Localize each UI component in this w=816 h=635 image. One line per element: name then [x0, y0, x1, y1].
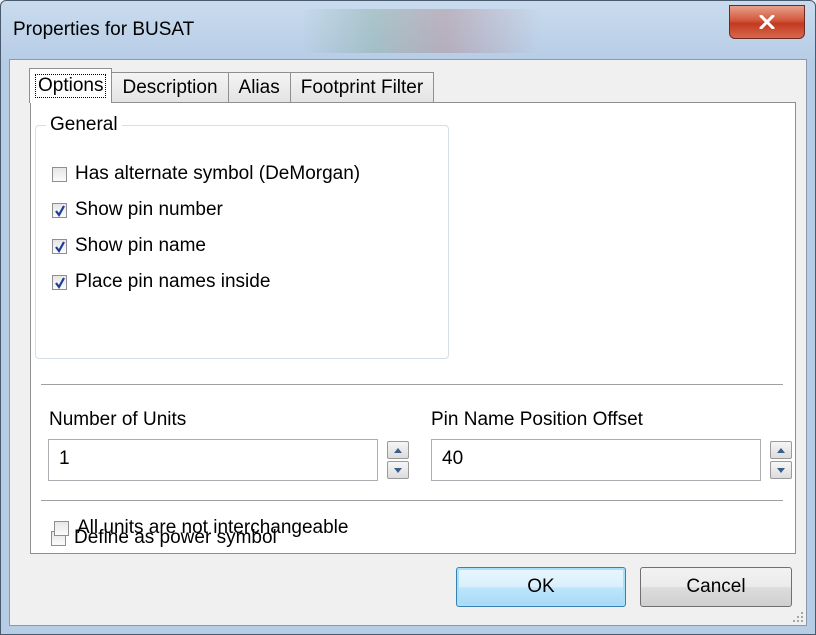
spin-down-button[interactable] [770, 461, 792, 479]
alternate-symbol-label: Has alternate symbol (DeMorgan) [75, 163, 361, 184]
show-pin-number-checkbox[interactable] [52, 202, 67, 218]
tab-description-label: Description [122, 77, 218, 98]
tab-alias-label: Alias [238, 77, 280, 98]
arrow-down-icon [777, 467, 785, 473]
spin-up-button[interactable] [387, 441, 409, 459]
show-pin-name-checkbox[interactable] [52, 238, 67, 254]
title-bar-background [301, 9, 541, 53]
pin-name-offset-label: Pin Name Position Offset [431, 409, 643, 430]
checkmark-icon [55, 240, 65, 253]
tab-options-label: Options [34, 74, 107, 98]
interchangeable-option[interactable]: All units are not interchangeable [54, 517, 348, 539]
arrow-up-icon [394, 447, 402, 453]
checkmark-icon [55, 204, 65, 217]
tab-alias[interactable]: Alias [227, 72, 291, 103]
window-title: Properties for BUSAT [13, 19, 195, 40]
spin-down-button[interactable] [387, 461, 409, 479]
general-group-label: General [46, 114, 122, 136]
show-pin-number-option[interactable]: Show pin number [52, 199, 223, 221]
alternate-symbol-option[interactable]: Has alternate symbol (DeMorgan) [52, 163, 360, 185]
arrow-up-icon [777, 447, 785, 453]
tab-description[interactable]: Description [111, 72, 229, 103]
tab-footprint-filter[interactable]: Footprint Filter [289, 72, 435, 103]
number-of-units-input[interactable]: 1 [48, 439, 378, 481]
close-icon [759, 15, 775, 29]
close-button[interactable] [729, 5, 805, 39]
tab-strip: Options Description Alias Footprint Filt… [29, 68, 435, 103]
title-bar[interactable]: Properties for BUSAT [1, 1, 815, 59]
checkmark-icon [55, 276, 65, 289]
show-pin-name-option[interactable]: Show pin name [52, 235, 206, 257]
show-pin-number-label: Show pin number [75, 199, 223, 220]
resize-grip-icon[interactable] [792, 611, 804, 623]
tab-footprint-filter-label: Footprint Filter [300, 77, 424, 98]
pin-name-offset-input[interactable]: 40 [431, 439, 761, 481]
properties-dialog: Properties for BUSAT Options Description… [0, 0, 816, 635]
ok-button[interactable]: OK [456, 567, 626, 607]
general-group: General Has alternate symbol (DeMorgan) … [35, 114, 449, 359]
show-pin-name-label: Show pin name [75, 235, 206, 256]
tab-options[interactable]: Options [29, 68, 113, 103]
spin-up-button[interactable] [770, 441, 792, 459]
options-panel: General Has alternate symbol (DeMorgan) … [30, 102, 796, 554]
separator [41, 384, 783, 386]
alternate-symbol-checkbox[interactable] [52, 166, 67, 182]
number-of-units-spinner[interactable] [387, 441, 409, 479]
interchangeable-label: All units are not interchangeable [77, 517, 349, 538]
place-pin-names-inside-label: Place pin names inside [75, 271, 271, 292]
place-pin-names-inside-option[interactable]: Place pin names inside [52, 271, 270, 293]
separator [41, 500, 783, 502]
arrow-down-icon [394, 467, 402, 473]
dialog-body: Options Description Alias Footprint Filt… [9, 59, 807, 626]
cancel-button[interactable]: Cancel [640, 567, 792, 607]
pin-name-offset-spinner[interactable] [770, 441, 792, 479]
interchangeable-checkbox[interactable] [54, 520, 69, 536]
place-pin-names-inside-checkbox[interactable] [52, 274, 67, 290]
number-of-units-label: Number of Units [49, 409, 187, 430]
